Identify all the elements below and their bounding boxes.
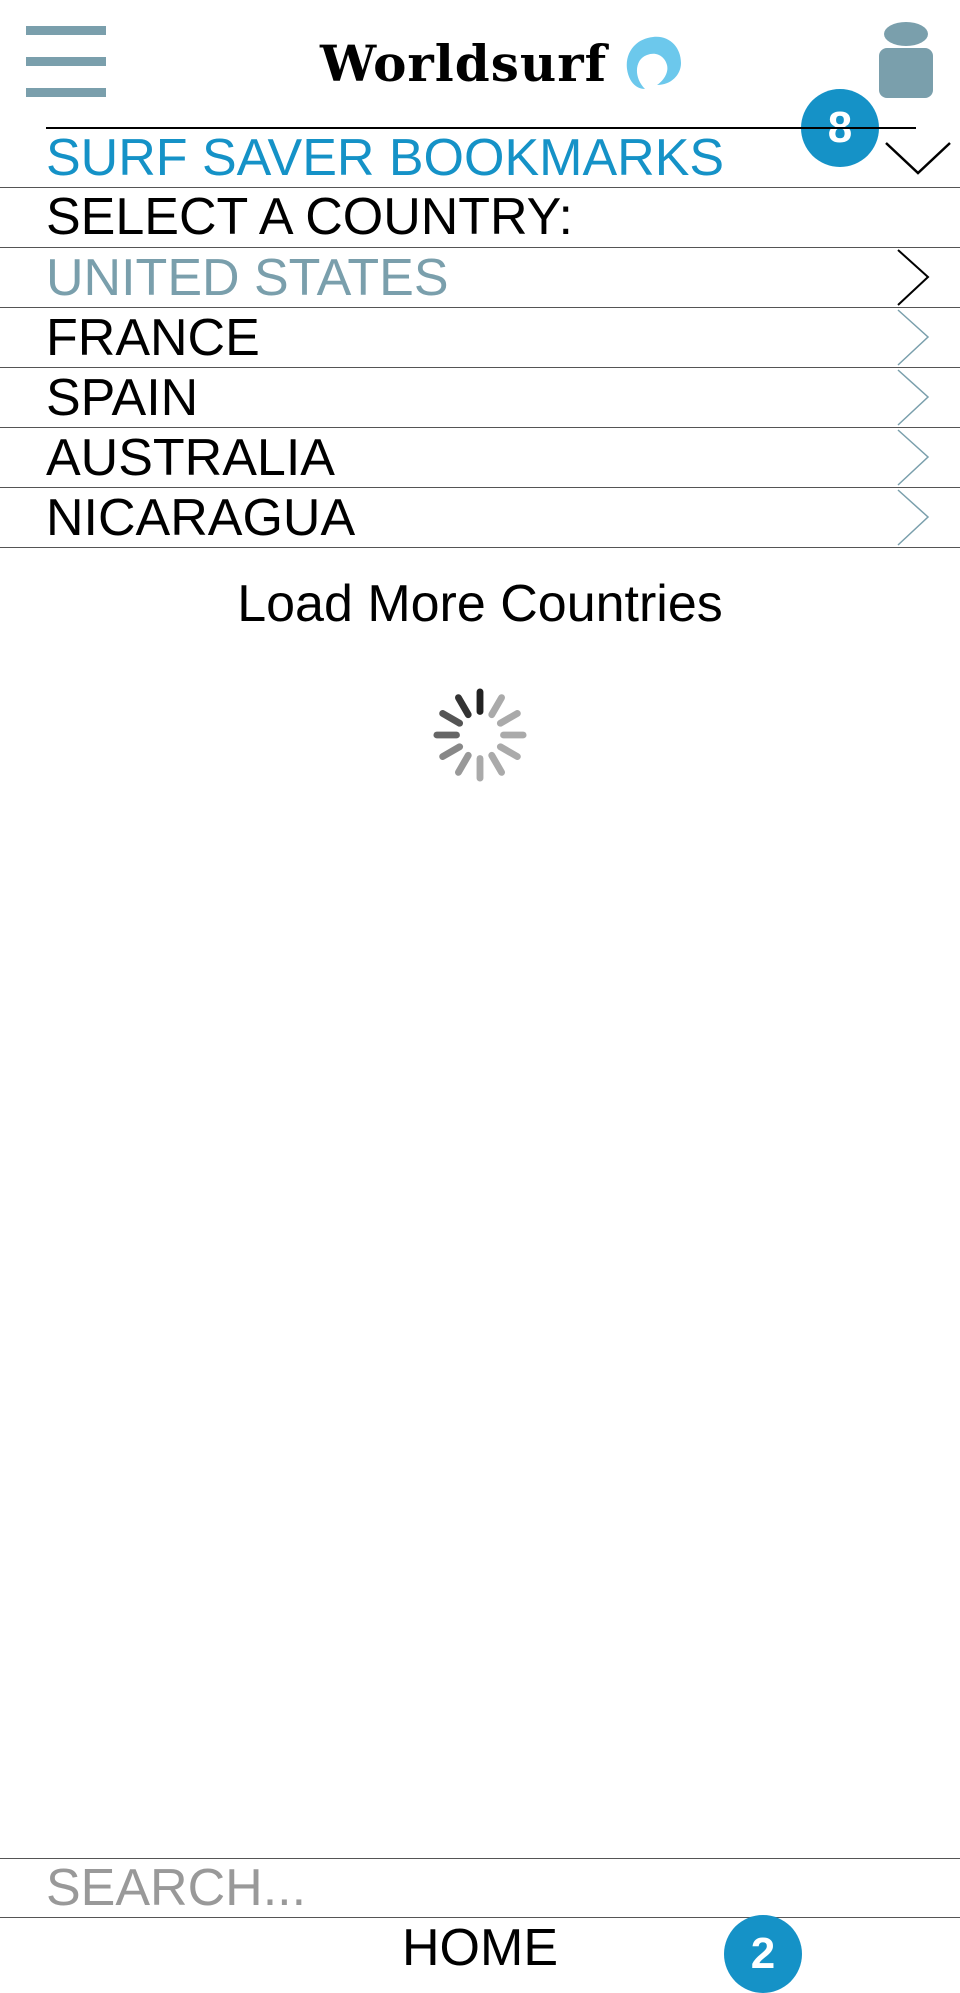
chevron-down-icon xyxy=(885,142,951,175)
country-name: FRANCE xyxy=(46,309,260,367)
country-item-australia[interactable]: AUSTRALIA xyxy=(0,428,960,487)
logo-text: Worldsurf xyxy=(320,33,608,93)
home-badge: 2 xyxy=(724,1915,802,1993)
country-name: NICARAGUA xyxy=(46,489,356,547)
logo: Worldsurf xyxy=(320,28,683,98)
load-more-countries-button[interactable]: Load More Countries xyxy=(0,569,960,639)
hamburger-menu-icon[interactable] xyxy=(26,26,106,98)
chevron-right-icon xyxy=(897,309,930,366)
divider xyxy=(0,547,960,548)
chevron-right-icon xyxy=(897,369,930,426)
bookmarks-label: SURF SAVER BOOKMARKS xyxy=(46,129,725,187)
loading-spinner-icon xyxy=(433,688,527,782)
wave-icon xyxy=(626,36,682,89)
select-country-heading: SELECT A COUNTRY: xyxy=(46,188,573,246)
country-name: SPAIN xyxy=(46,369,199,427)
country-item-united-states[interactable]: UNITED STATES xyxy=(0,248,960,307)
user-account-icon[interactable] xyxy=(876,20,936,100)
divider xyxy=(0,1858,960,1859)
country-name: UNITED STATES xyxy=(46,249,449,307)
home-button[interactable]: HOME xyxy=(0,1918,960,1978)
chevron-right-icon xyxy=(897,429,930,486)
country-item-france[interactable]: FRANCE xyxy=(0,308,960,367)
country-item-spain[interactable]: SPAIN xyxy=(0,368,960,427)
surf-saver-bookmarks-toggle[interactable]: SURF SAVER BOOKMARKS xyxy=(0,129,960,187)
chevron-right-icon xyxy=(897,249,930,306)
country-item-nicaragua[interactable]: NICARAGUA xyxy=(0,488,960,547)
chevron-right-icon xyxy=(897,489,930,546)
search-input[interactable] xyxy=(46,1860,926,1916)
country-name: AUSTRALIA xyxy=(46,429,335,487)
